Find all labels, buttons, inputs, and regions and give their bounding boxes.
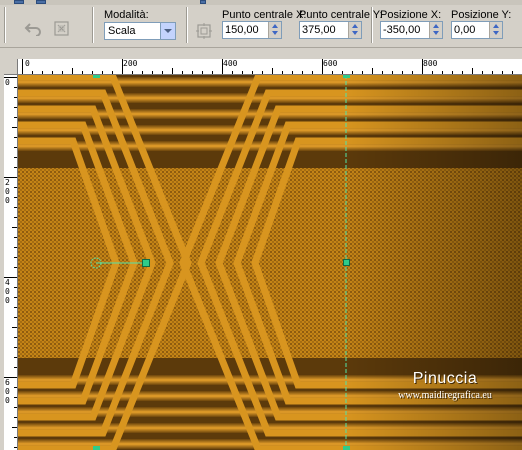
ruler-corner [4,59,18,75]
side-handle-right[interactable] [343,259,350,266]
center-x-value: 150,00 [225,24,259,36]
tool-options-bar: Modalità: Scala Punto centrale X: 150,00… [0,0,522,48]
separator [371,7,373,43]
h-ruler-label: 0 [25,59,30,68]
v-ruler-label: 6 0 0 [5,378,10,405]
v-ruler-label: 4 0 0 [5,278,10,305]
corner-handle-top-right[interactable] [343,75,350,78]
v-ruler-label: 0 [5,78,10,87]
watermark: Pinuccia www.maidiregrafica.eu [370,370,520,401]
h-ruler-label: 800 [423,59,438,68]
center-y-value: 375,00 [302,24,336,36]
position-y-label: Posizione Y: [451,9,512,21]
mode-select[interactable]: Scala [104,22,176,40]
h-ruler-label: 400 [223,59,238,68]
undo-arrow-icon[interactable] [22,18,44,40]
v-ruler-label: 2 0 0 [5,178,10,205]
center-x-label: Punto centrale X: [222,9,307,21]
palette-strip [0,0,522,5]
spinner-arrows-icon[interactable] [348,22,361,38]
corner-handle-bottom-left[interactable] [93,446,100,450]
separator [186,7,188,43]
spinner-arrows-icon[interactable] [268,22,281,38]
mode-value: Scala [108,25,136,37]
center-y-input[interactable]: 375,00 [299,21,362,39]
position-x-input[interactable]: -350,00 [380,21,443,39]
watermark-url: www.maidiregrafica.eu [398,390,492,401]
chevron-down-icon[interactable] [160,23,175,39]
corner-handle-bottom-right[interactable] [343,446,350,450]
horizontal-ruler-ticks [22,59,513,74]
center-x-input[interactable]: 150,00 [222,21,282,39]
watermark-name: Pinuccia [412,370,478,387]
corner-handle-top-left[interactable] [93,75,100,78]
mode-label: Modalità: [104,9,149,21]
h-ruler-label: 600 [323,59,338,68]
position-x-label: Posizione X: [380,9,442,21]
separator [92,7,94,43]
reset-pick-icon[interactable] [51,18,73,40]
vertical-ruler: 0 2 0 0 4 0 0 6 0 0 [4,75,18,450]
separator [4,7,6,43]
position-y-value: 0,00 [454,24,476,36]
position-y-input[interactable]: 0,00 [451,21,503,39]
position-x-value: -350,00 [383,24,421,36]
spinner-arrows-icon[interactable] [489,22,502,38]
rotation-handle[interactable] [142,259,150,267]
horizontal-ruler: 0 200 400 600 800 [18,59,522,75]
h-ruler-label: 200 [123,59,138,68]
anchor-position-icon[interactable] [193,20,215,42]
spinner-arrows-icon[interactable] [429,22,442,38]
